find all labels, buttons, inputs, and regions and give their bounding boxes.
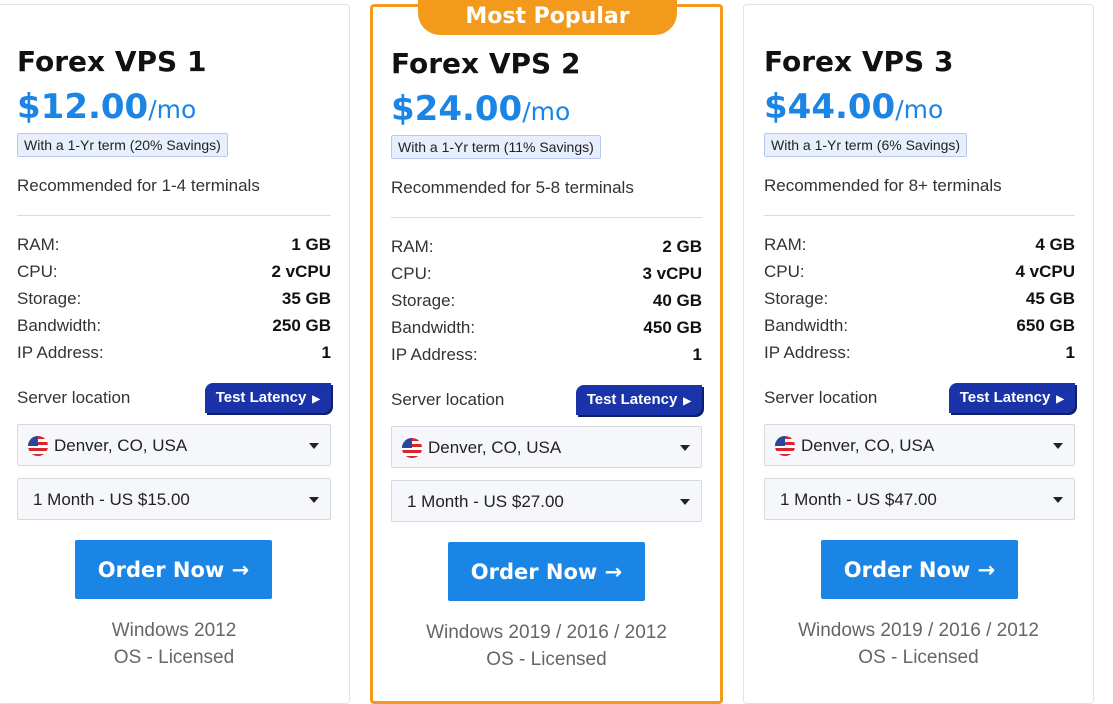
spec-cpu: CPU: 4 vCPU: [764, 262, 1075, 281]
term-savings-badge: With a 1-Yr term (11% Savings): [391, 135, 601, 159]
spec-ram: RAM: 4 GB: [764, 235, 1075, 254]
divider: [391, 217, 702, 218]
play-triangle-icon: ▶: [1056, 394, 1064, 405]
test-latency-button[interactable]: Test Latency ▶: [204, 383, 331, 413]
plan-price: $12.00/mo: [17, 87, 197, 127]
plan-card-1: Forex VPS 1 $12.00/mo With a 1-Yr term (…: [0, 4, 350, 704]
plan-card-2: Most Popular Forex VPS 2 $24.00/mo With …: [370, 0, 723, 704]
spec-ip: IP Address: 1: [391, 345, 702, 364]
plan-card-3: Forex VPS 3 $44.00/mo With a 1-Yr term (…: [743, 4, 1094, 704]
spec-cpu: CPU: 2 vCPU: [17, 262, 331, 281]
spec-bandwidth: Bandwidth: 650 GB: [764, 316, 1075, 335]
play-triangle-icon: ▶: [683, 396, 691, 407]
spec-list: RAM: 2 GB CPU: 3 vCPU Storage: 40 GB Bandwi…: [391, 236, 702, 371]
spec-storage: Storage: 35 GB: [17, 289, 331, 308]
spec-list: RAM: 4 GB CPU: 4 vCPU Storage: 45 GB Bandwi…: [764, 234, 1075, 369]
order-now-button[interactable]: Order Now →: [75, 540, 272, 599]
term-savings-badge: With a 1-Yr term (6% Savings): [764, 133, 968, 157]
chevron-down-icon: [1053, 497, 1063, 503]
plan-price: $24.00/mo: [391, 89, 571, 129]
os-info: Windows 2012 OS - Licensed: [111, 620, 237, 668]
chevron-down-icon: [309, 497, 319, 503]
spec-storage: Storage: 40 GB: [391, 291, 702, 310]
location-select[interactable]: Denver, CO, USA: [17, 424, 331, 466]
plan-price: $44.00/mo: [764, 87, 944, 127]
billing-cycle-select[interactable]: 1 Month - US $15.00: [17, 478, 331, 520]
billing-cycle-select[interactable]: 1 Month - US $27.00: [391, 480, 702, 522]
spec-ip: IP Address: 1: [764, 343, 1075, 362]
spec-ram: RAM: 1 GB: [17, 235, 331, 254]
spec-ram: RAM: 2 GB: [391, 237, 702, 256]
divider: [17, 215, 331, 216]
spec-storage: Storage: 45 GB: [764, 289, 1075, 308]
recommended-text: Recommended for 8+ terminals: [764, 176, 1002, 195]
spec-ip: IP Address: 1: [17, 343, 331, 362]
server-location-label: Server location: [391, 390, 505, 409]
divider: [764, 215, 1075, 216]
us-flag-icon: [28, 436, 48, 456]
plan-title: Forex VPS 2: [391, 47, 581, 80]
plan-title: Forex VPS 1: [17, 45, 207, 78]
test-latency-button[interactable]: Test Latency ▶: [575, 385, 702, 415]
us-flag-icon: [402, 438, 422, 458]
order-now-button[interactable]: Order Now →: [821, 540, 1018, 599]
test-latency-button[interactable]: Test Latency ▶: [948, 383, 1075, 413]
order-now-button[interactable]: Order Now →: [448, 542, 645, 601]
spec-bandwidth: Bandwidth: 250 GB: [17, 316, 331, 335]
chevron-down-icon: [680, 499, 690, 505]
os-info: Windows 2019 / 2016 / 2012 OS - Licensed: [798, 620, 1039, 668]
chevron-down-icon: [1053, 443, 1063, 449]
recommended-text: Recommended for 5-8 terminals: [391, 178, 634, 197]
location-select[interactable]: Denver, CO, USA: [391, 426, 702, 468]
us-flag-icon: [775, 436, 795, 456]
play-triangle-icon: ▶: [312, 394, 320, 405]
most-popular-badge: Most Popular: [418, 0, 677, 35]
location-select[interactable]: Denver, CO, USA: [764, 424, 1075, 466]
spec-bandwidth: Bandwidth: 450 GB: [391, 318, 702, 337]
spec-list: RAM: 1 GB CPU: 2 vCPU Storage: 35 GB Bandwi…: [17, 234, 331, 369]
term-savings-badge: With a 1-Yr term (20% Savings): [17, 133, 228, 157]
server-location-label: Server location: [17, 388, 131, 407]
plan-title: Forex VPS 3: [764, 45, 954, 78]
os-info: Windows 2019 / 2016 / 2012 OS - Licensed: [426, 622, 667, 670]
chevron-down-icon: [309, 443, 319, 449]
spec-cpu: CPU: 3 vCPU: [391, 264, 702, 283]
server-location-label: Server location: [764, 388, 878, 407]
chevron-down-icon: [680, 445, 690, 451]
billing-cycle-select[interactable]: 1 Month - US $47.00: [764, 478, 1075, 520]
recommended-text: Recommended for 1-4 terminals: [17, 176, 260, 195]
